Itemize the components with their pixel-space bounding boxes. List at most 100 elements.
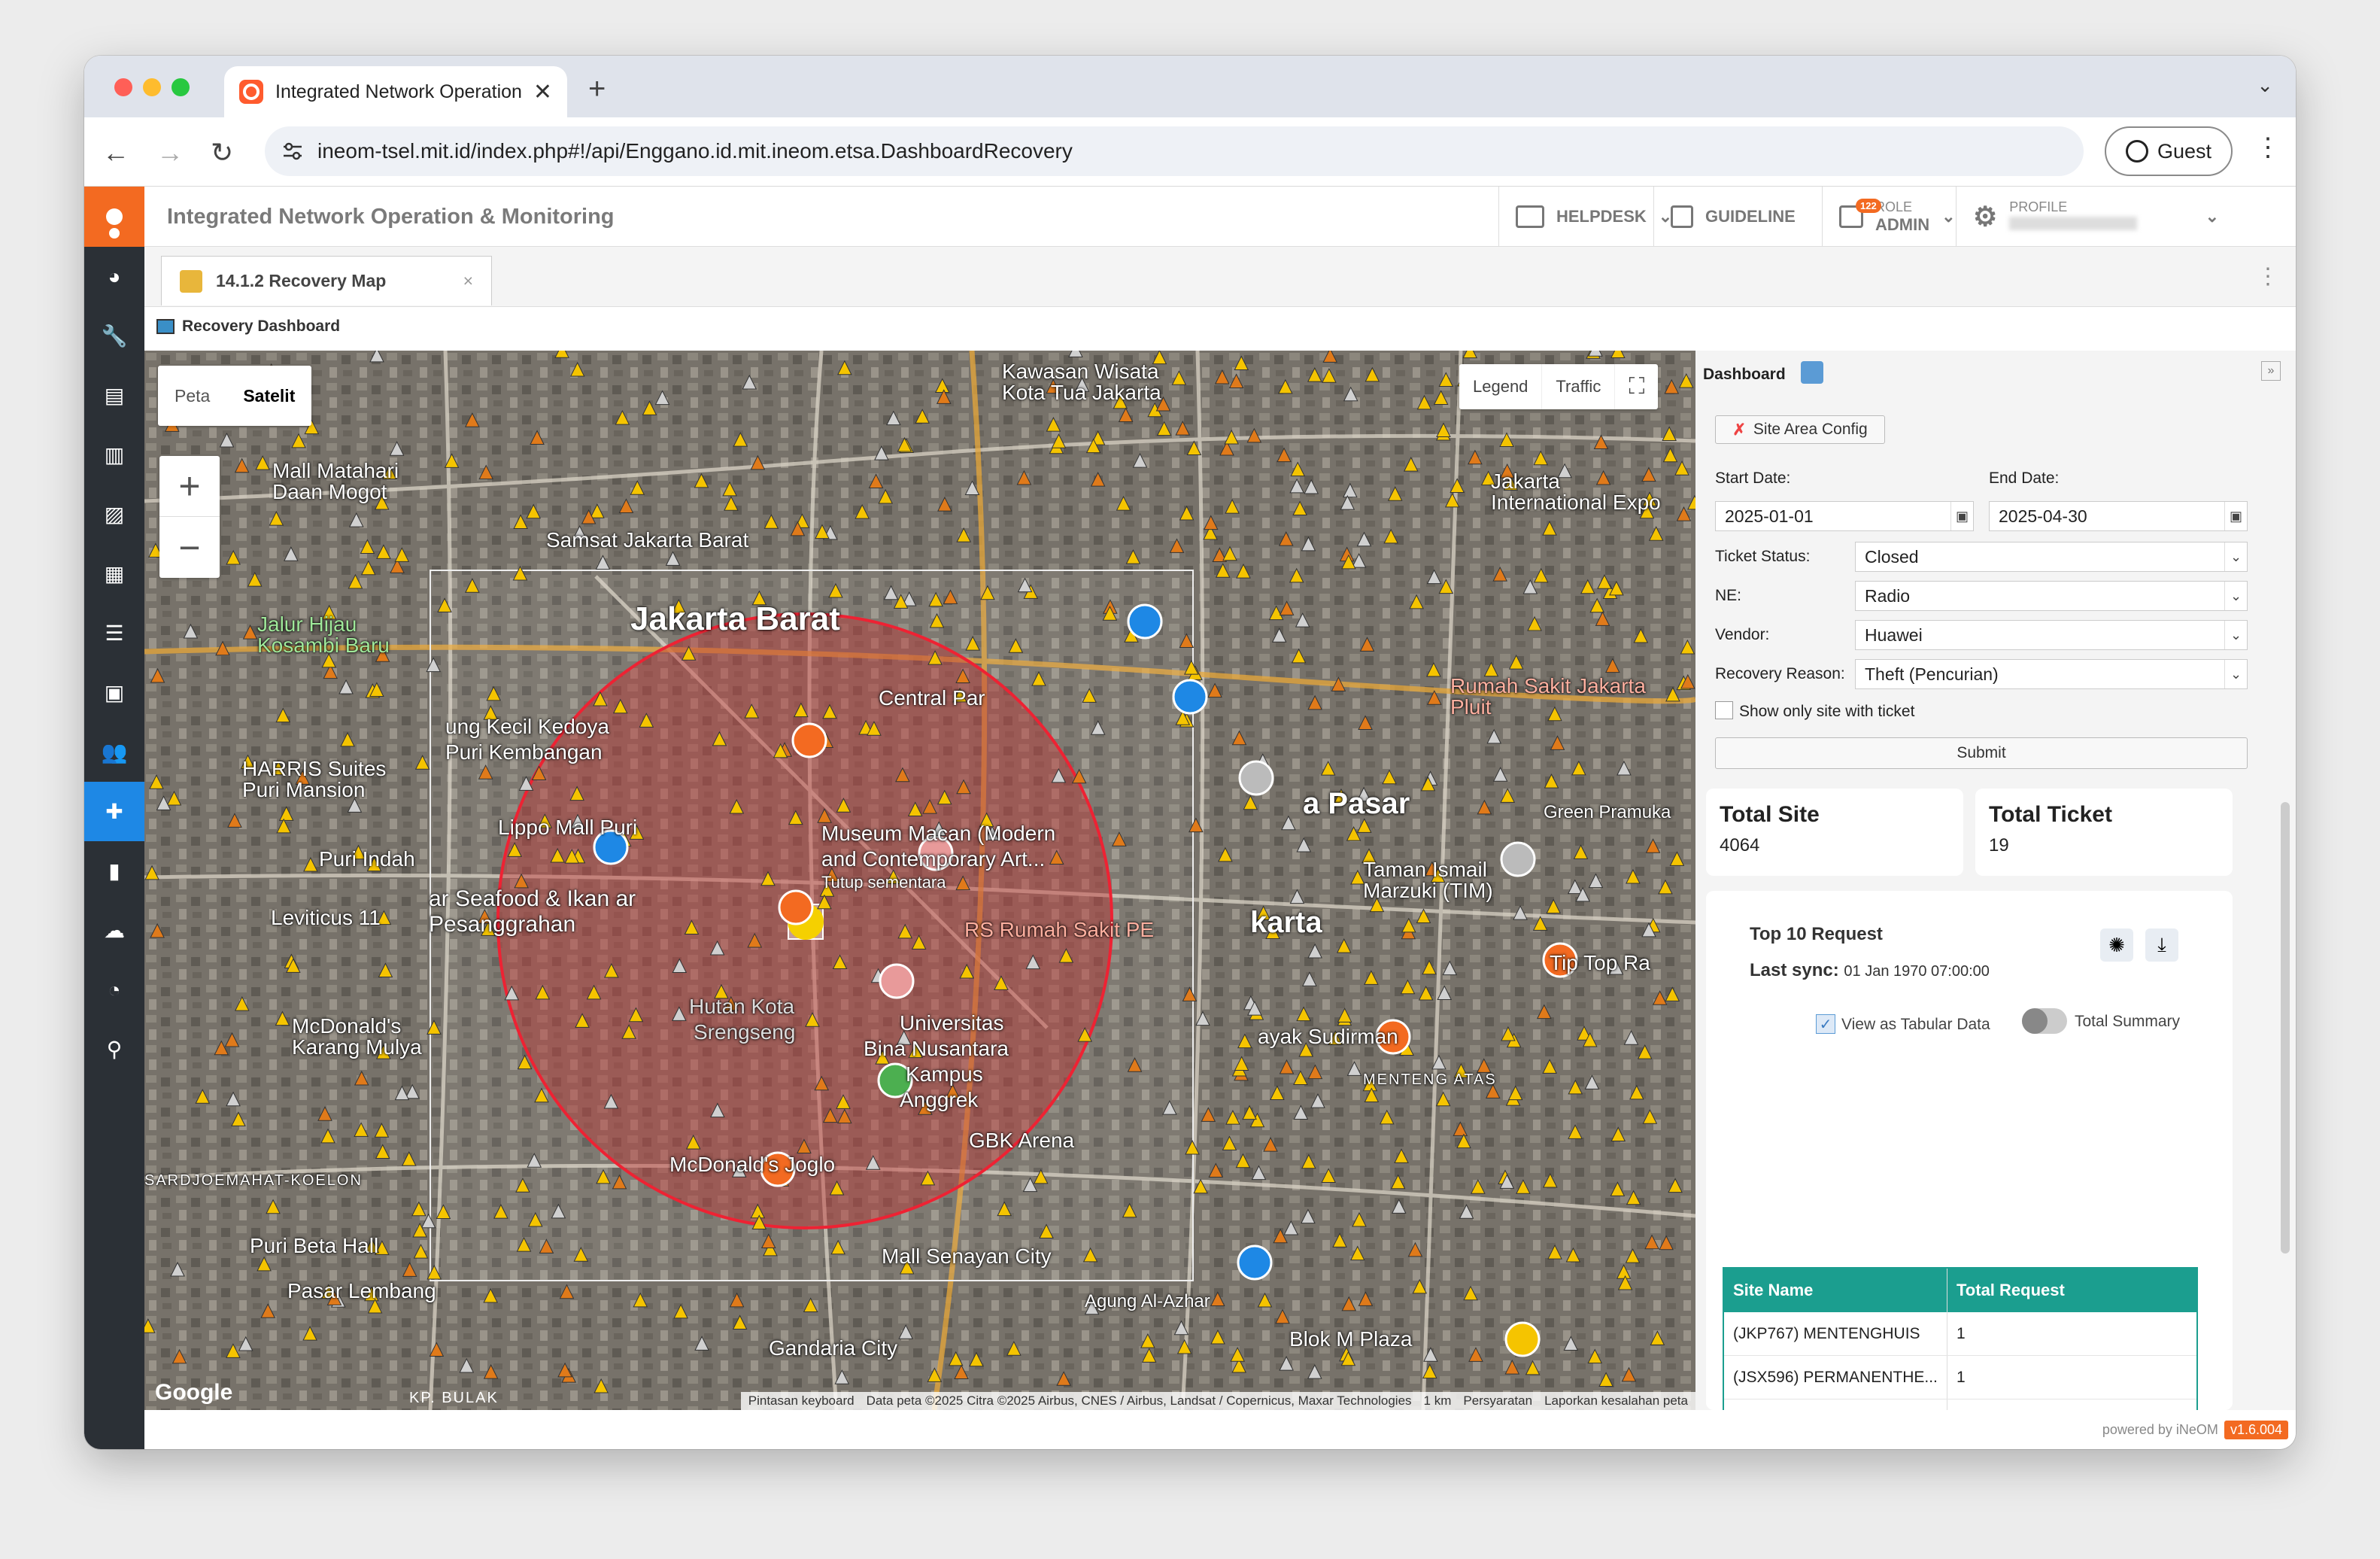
start-date-input[interactable]: 2025-01-01 ▣	[1715, 501, 1974, 531]
label-samsat: Samsat Jakarta Barat	[546, 528, 749, 552]
label-jalur-hijau: Jalur Hijau Kosambi Baru	[257, 612, 390, 657]
ticket-status-select[interactable]: Closed ⌄	[1855, 542, 2248, 572]
end-date-input[interactable]: 2025-04-30 ▣	[1989, 501, 2248, 531]
browser-menu-icon[interactable]: ⋮	[2255, 132, 2281, 163]
label-sardjoe: SARDJOEMAHAT-KOELON	[144, 1172, 363, 1189]
traffic-button[interactable]: Traffic	[1542, 364, 1616, 409]
maximize-window-button[interactable]	[172, 78, 190, 96]
refresh-icon[interactable]: ✺	[2100, 928, 2133, 962]
cloud-icon[interactable]: ☁	[84, 901, 144, 960]
ticket-status-value: Closed	[1865, 546, 1919, 567]
map-marker-icon[interactable]: ⚲	[84, 1020, 144, 1079]
poi-marker-icon[interactable]	[1504, 1321, 1541, 1357]
tabular-data-checkbox[interactable]: ✓	[1816, 1014, 1835, 1034]
poi-marker-icon[interactable]	[1238, 760, 1274, 796]
fullscreen-icon[interactable]: ⛶	[1615, 364, 1658, 409]
label-tutup: Tutup sementara	[821, 873, 946, 892]
wrench-icon[interactable]: 🔧	[84, 306, 144, 366]
new-tab-button[interactable]: +	[588, 72, 606, 106]
guideline-menu[interactable]: GUIDELINE	[1653, 187, 1812, 247]
zoom-in-button[interactable]: +	[159, 456, 220, 517]
gauge-icon[interactable]: ◔	[84, 960, 144, 1020]
poi-marker-icon[interactable]	[1127, 603, 1163, 640]
table-row[interactable]: (JSX596) PERMANENTHE... 1	[1724, 1356, 2196, 1399]
role-badge: 122	[1856, 199, 1881, 213]
minimize-window-button[interactable]	[143, 78, 161, 96]
reload-icon[interactable]: ↻	[211, 137, 233, 169]
total-summary-toggle[interactable]	[2022, 1008, 2067, 1034]
report-error-link[interactable]: Laporkan kesalahan peta	[1544, 1393, 1688, 1409]
submit-button[interactable]: Submit	[1715, 737, 2248, 769]
tabular-data-label: View as Tabular Data	[1841, 1016, 1990, 1033]
show-only-checkbox[interactable]	[1715, 701, 1733, 719]
site-marker-icon[interactable]	[1588, 351, 1603, 357]
vendor-select[interactable]: Huawei ⌄	[1855, 620, 2248, 650]
back-arrow-icon[interactable]: ←	[102, 137, 129, 169]
clipboard-icon[interactable]: ▤	[84, 366, 144, 425]
label-mcd-karang: McDonald's Karang Mulya	[292, 1014, 422, 1059]
label-anggrek: Anggrek	[900, 1088, 979, 1111]
ne-select[interactable]: Radio ⌄	[1855, 581, 2248, 611]
label-menteng: MENTENG ATAS	[1363, 1071, 1497, 1088]
end-date-label: End Date:	[1989, 470, 2060, 487]
refresh-dashboard-icon[interactable]	[1801, 361, 1823, 384]
dashboard-pie-icon[interactable]: ◕	[84, 247, 144, 306]
site-area-config-button[interactable]: ✗ Site Area Config	[1715, 415, 1885, 444]
clipboard-check-icon[interactable]: ▥	[84, 425, 144, 485]
site-settings-icon[interactable]	[281, 140, 304, 163]
poi-marker-icon[interactable]	[791, 722, 827, 758]
puzzle-icon[interactable]: ✚	[84, 782, 144, 841]
collapse-panel-icon[interactable]: »	[2261, 361, 2281, 381]
app-logo[interactable]	[84, 187, 144, 247]
terms-link[interactable]: Persyaratan	[1463, 1393, 1532, 1409]
poi-marker-icon[interactable]	[879, 963, 915, 999]
book-icon[interactable]: ▮	[84, 841, 144, 901]
users-icon[interactable]: 👥	[84, 722, 144, 782]
map-view[interactable]: Jakarta Barat Central Par Lippo Mall Pur…	[144, 351, 1695, 1410]
browser-window: Integrated Network Operation ✕ + ⌄ ← → ↻…	[84, 56, 2296, 1449]
forward-arrow-icon[interactable]: →	[156, 137, 184, 169]
poi-marker-icon[interactable]	[1172, 679, 1208, 715]
close-window-button[interactable]	[114, 78, 132, 96]
browser-tab[interactable]: Integrated Network Operation ✕	[224, 66, 567, 117]
zoom-out-button[interactable]: −	[159, 517, 220, 578]
calendar-icon[interactable]: ▣	[2224, 502, 2247, 530]
table-row[interactable]: (JKP767) MENTENGHUIS 1	[1724, 1312, 2196, 1356]
keyboard-shortcuts-link[interactable]: Pintasan keyboard	[748, 1393, 855, 1409]
label-kecil-kedoya: ung Kecil Kedoya	[445, 715, 609, 738]
recovery-reason-select[interactable]: Theft (Pencurian) ⌄	[1855, 659, 2248, 689]
col-total-request[interactable]: Total Request	[1947, 1269, 2196, 1312]
image-icon[interactable]: ▨	[84, 485, 144, 544]
calendar-icon[interactable]: ▣	[1950, 502, 1973, 530]
col-site-name[interactable]: Site Name	[1724, 1281, 1947, 1300]
role-menu[interactable]: 122 ROLE ADMIN ⌄	[1822, 187, 1972, 247]
profile-button[interactable]: Guest	[2105, 126, 2233, 176]
last-sync-value: 01 Jan 1970 07:00:00	[1844, 963, 1990, 980]
gear-icon[interactable]: ⚙	[1973, 201, 1997, 232]
total-ticket-card: Total Ticket 19	[1975, 789, 2233, 876]
label-pasar-lembang: Pasar Lembang	[287, 1279, 436, 1302]
poi-marker-icon[interactable]	[1237, 1244, 1273, 1281]
address-bar[interactable]: ineom-tsel.mit.id/index.php#!/api/Enggan…	[265, 126, 2084, 176]
tab-recovery-map[interactable]: 14.1.2 Recovery Map ×	[161, 256, 492, 305]
map-type-peta[interactable]: Peta	[158, 366, 226, 426]
server-icon[interactable]: ☰	[84, 603, 144, 663]
tab-options-icon[interactable]: ⋮	[2257, 263, 2279, 290]
label-museum-macan: Museum Macan (Modern	[821, 822, 1056, 845]
close-tab-icon[interactable]: ✕	[533, 79, 552, 105]
label-central-park: Central Par	[879, 686, 985, 710]
archive-icon[interactable]: ▣	[84, 663, 144, 722]
label-kota-tua: Kawasan Wisata Kota Tua Jakarta	[1002, 360, 1161, 404]
close-tab-icon[interactable]: ×	[463, 271, 473, 291]
tab-search-chevron-icon[interactable]: ⌄	[2257, 74, 2273, 97]
download-icon[interactable]: ⤓	[2145, 928, 2178, 962]
map-type-satelit[interactable]: Satelit	[226, 366, 311, 426]
store-icon[interactable]: ▦	[84, 544, 144, 603]
browser-tabstrip: Integrated Network Operation ✕ + ⌄	[84, 56, 2296, 117]
top10-title: Top 10 Request	[1750, 924, 1883, 944]
legend-button[interactable]: Legend	[1459, 364, 1543, 409]
profile-menu[interactable]: ⚙ PROFILE ⌄	[1956, 187, 2236, 247]
poi-marker-icon[interactable]	[778, 889, 814, 925]
panel-scrollbar[interactable]	[2281, 802, 2290, 1254]
label-seafood: ar Seafood & Ikan ar Pesanggrahan	[429, 886, 636, 937]
